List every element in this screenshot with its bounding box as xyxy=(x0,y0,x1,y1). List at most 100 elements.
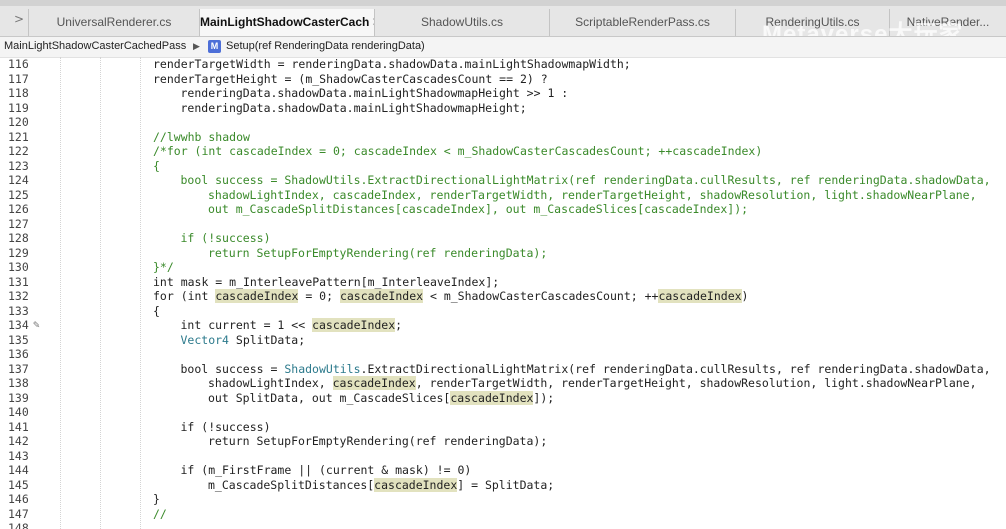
line-number: 126 xyxy=(8,202,29,216)
code-text: out SplitData, out m_CascadeSlices[casca… xyxy=(208,390,555,405)
code-editor[interactable]: 116 renderTargetWidth = renderingData.sha… xyxy=(0,57,1006,529)
line-number: 119 xyxy=(8,100,29,115)
line-number: 147 xyxy=(8,506,29,521)
code-token: } xyxy=(153,492,160,506)
breadcrumb-class[interactable]: MainLightShadowCasterCachedPass xyxy=(4,40,186,52)
indent-guide xyxy=(100,57,101,529)
code-text: // xyxy=(153,507,167,521)
code-token: cascadeIndex xyxy=(374,477,458,492)
code-token: .ExtractDirectionalLightMatrix(ref rende… xyxy=(360,361,991,376)
code-token: int mask = m_InterleavePattern[m_Interle… xyxy=(153,274,500,289)
code-text: } xyxy=(153,492,160,506)
code-token: int current = 1 << xyxy=(180,318,313,332)
code-token: cascadeIndex xyxy=(450,390,534,405)
code-token: out m_CascadeSplitDistances[cascadeIndex… xyxy=(208,202,749,216)
code-token: if (m_FirstFrame || (current & mask) != … xyxy=(180,463,472,477)
code-token: < m_ShadowCasterCascadesCount; ++ xyxy=(423,289,659,303)
method-icon: M xyxy=(208,40,221,53)
line-number: 123 xyxy=(8,158,29,173)
code-token: ) xyxy=(741,289,749,303)
line-number: 131 xyxy=(8,274,29,289)
code-text: renderingData.shadowData.mainLightShadow… xyxy=(181,101,527,115)
code-token: renderTargetHeight = (m_ShadowCasterCasc… xyxy=(153,71,548,86)
code-token: if (!success) xyxy=(180,231,271,245)
code-token: if (!success) xyxy=(180,419,271,434)
tab-shadow-utils[interactable]: ShadowUtils.cs xyxy=(374,9,549,36)
indent-guide xyxy=(60,57,61,529)
code-token: shadowLightIndex, cascadeIndex, renderTa… xyxy=(208,187,977,202)
line-number: 125 xyxy=(8,187,29,202)
code-token: cascadeIndex xyxy=(339,289,424,303)
code-token: renderTargetWidth = renderingData.shadow… xyxy=(153,57,631,71)
code-text: shadowLightIndex, cascadeIndex, renderTa… xyxy=(208,376,977,390)
tab-universal-renderer[interactable]: UniversalRenderer.cs xyxy=(28,9,199,36)
code-token: m_CascadeSplitDistances[ xyxy=(208,477,375,492)
code-token: { xyxy=(153,303,160,318)
code-text: int current = 1 << cascadeIndex; xyxy=(180,318,402,332)
chevron-right-icon[interactable]: > xyxy=(14,12,24,26)
line-number: 129 xyxy=(8,245,29,260)
line-number: 135 xyxy=(8,332,29,347)
line-number: 134 xyxy=(8,318,29,332)
line-number: 124 xyxy=(8,173,29,187)
line-number: 139 xyxy=(8,390,29,405)
line-number: 146 xyxy=(8,492,29,506)
code-text: /*for (int cascadeIndex = 0; cascadeInde… xyxy=(153,144,762,158)
code-text: bool success = ShadowUtils.ExtractDirect… xyxy=(181,362,991,376)
code-token: }*/ xyxy=(153,260,174,274)
code-token: out SplitData, out m_CascadeSlices[ xyxy=(208,390,451,405)
code-token: bool success = ShadowUtils.ExtractDirect… xyxy=(180,173,991,187)
line-number: 148 xyxy=(8,521,29,529)
tab-bar: > UniversalRenderer.cs MainLightShadowCa… xyxy=(0,0,1006,37)
line-number: 130 xyxy=(8,260,29,274)
edit-pencil-icon: ✎ xyxy=(33,318,40,331)
code-token: shadowLightIndex, xyxy=(208,376,333,390)
code-token: { xyxy=(153,158,160,173)
tab-scriptable-render-pass[interactable]: ScriptableRenderPass.cs xyxy=(549,9,735,36)
line-number: 120 xyxy=(8,115,29,129)
code-text: m_CascadeSplitDistances[cascadeIndex] = … xyxy=(208,477,555,492)
code-text: out m_CascadeSplitDistances[cascadeIndex… xyxy=(208,202,748,216)
code-token: , renderTargetWidth, renderTargetHeight,… xyxy=(415,376,977,390)
code-text: bool success = ShadowUtils.ExtractDirect… xyxy=(181,173,991,187)
tab-main-light-shadow-caster[interactable]: MainLightShadowCasterCach✕ xyxy=(199,9,374,36)
code-token: return SetupForEmptyRendering(ref render… xyxy=(208,434,548,448)
code-token: Vector4 xyxy=(180,332,229,347)
code-token: for (int xyxy=(153,289,216,303)
code-text: if (!success) xyxy=(181,420,271,434)
line-number: 116 xyxy=(8,57,29,71)
code-token: ]); xyxy=(533,390,555,405)
code-token: ShadowUtils xyxy=(284,361,361,376)
code-text: }*/ xyxy=(153,260,174,274)
line-number: 140 xyxy=(8,405,29,419)
code-token: // xyxy=(153,506,167,521)
line-number: 136 xyxy=(8,347,29,361)
breadcrumb: MainLightShadowCasterCachedPass ▶ M Setu… xyxy=(0,37,1006,58)
breadcrumb-method[interactable]: Setup(ref RenderingData renderingData) xyxy=(226,40,425,52)
line-number: 132 xyxy=(8,289,29,303)
line-number: 137 xyxy=(8,361,29,376)
code-token: cascadeIndex xyxy=(312,318,396,332)
code-token: = 0; xyxy=(298,289,340,303)
code-text: //lwwhb shadow xyxy=(153,130,250,144)
line-number: 145 xyxy=(8,477,29,492)
line-number: 143 xyxy=(8,448,29,463)
code-token: return SetupForEmptyRendering(ref render… xyxy=(208,245,548,260)
code-token: cascadeIndex xyxy=(332,376,416,390)
line-number: 127 xyxy=(8,216,29,231)
code-text: renderingData.shadowData.mainLightShadow… xyxy=(181,86,569,100)
code-text: return SetupForEmptyRendering(ref render… xyxy=(208,246,547,260)
code-text: { xyxy=(153,159,160,173)
line-number: 141 xyxy=(8,419,29,434)
code-token: cascadeIndex xyxy=(215,289,299,303)
code-token: /*for (int cascadeIndex = 0; cascadeInde… xyxy=(153,144,763,158)
code-text: renderTargetHeight = (m_ShadowCasterCasc… xyxy=(153,72,548,86)
code-token: ] = SplitData; xyxy=(457,477,555,492)
code-text: if (m_FirstFrame || (current & mask) != … xyxy=(181,463,472,477)
line-number: 122 xyxy=(8,144,29,158)
watermark: Metaverse大玩家 xyxy=(762,21,964,37)
code-text: Vector4 SplitData; xyxy=(181,333,306,347)
line-number: 142 xyxy=(8,434,29,448)
code-token: SplitData; xyxy=(228,332,306,347)
code-text: return SetupForEmptyRendering(ref render… xyxy=(208,434,547,448)
